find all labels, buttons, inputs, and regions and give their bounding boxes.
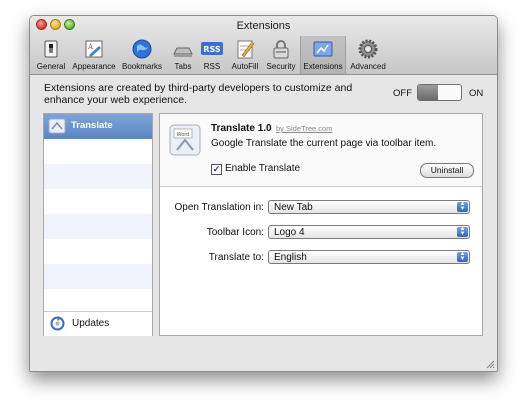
extensions-on-off-switch[interactable]	[417, 84, 462, 101]
switch-off-label: OFF	[393, 88, 412, 99]
toolbar-label-security: Security	[266, 62, 296, 71]
toolbar-item-tabs[interactable]: Tabs	[167, 36, 199, 74]
extension-description: Google Translate the current page via to…	[211, 138, 437, 149]
svg-text:A: A	[87, 43, 94, 51]
extensions-pane: Extensions are created by third-party de…	[30, 75, 497, 371]
resize-grip-icon[interactable]	[486, 360, 495, 369]
toolbar-item-security[interactable]: Security	[263, 36, 299, 74]
empty-list-row	[44, 239, 152, 264]
extension-title: Translate 1.0	[211, 123, 272, 134]
pref-label: Translate to:	[208, 252, 264, 263]
toolbar-label-tabs: Tabs	[174, 62, 192, 71]
popup-value: Logo 4	[274, 227, 305, 238]
toolbar-item-autofill[interactable]: AutoFill	[227, 36, 263, 74]
rss-badge-text: RSS	[203, 45, 221, 54]
popup-arrows-icon: ▲ ▼	[457, 251, 468, 262]
updates-button[interactable]: Updates	[44, 311, 152, 336]
tabs-icon	[173, 47, 193, 57]
translate-to-popup[interactable]: English ▲ ▼	[268, 250, 470, 264]
toolbar-item-bookmarks[interactable]: Bookmarks	[118, 36, 166, 74]
intro-text: Extensions are created by third-party de…	[44, 82, 353, 106]
sidebar-item-translate[interactable]: Translate	[44, 114, 152, 139]
globe-icon	[132, 39, 152, 59]
enable-checkbox[interactable]: ✓	[211, 164, 222, 175]
empty-list-row	[44, 264, 152, 289]
pref-label: Toolbar Icon:	[206, 227, 264, 238]
empty-list-row	[44, 214, 152, 239]
extension-header: Word Translate 1.0 by SideTree.com Googl…	[160, 114, 482, 187]
extension-author-link[interactable]: by SideTree.com	[276, 124, 332, 133]
pref-label: Open Translation in:	[174, 202, 265, 213]
pref-row-toolbar-icon: Toolbar Icon: Logo 4 ▲ ▼	[160, 225, 482, 241]
extensions-list: Translate Updates	[43, 113, 153, 336]
toolbar-item-general[interactable]: General	[32, 36, 70, 74]
updates-icon	[50, 316, 65, 331]
toolbar-item-extensions[interactable]: Extensions	[300, 36, 346, 74]
translate-extension-large-icon: Word	[169, 124, 201, 156]
appearance-icon: A	[85, 40, 103, 58]
preferences-window: Extensions General A Appearance Bookmark…	[29, 15, 498, 372]
autofill-pencil-icon	[237, 40, 255, 59]
toolbar-label-general: General	[36, 62, 66, 71]
toolbar-item-rss[interactable]: RSS RSS	[199, 36, 225, 74]
window-title: Extensions	[236, 20, 291, 32]
popup-value: English	[274, 252, 307, 263]
sidebar-item-label: Translate	[71, 120, 113, 131]
extension-name: Translate	[211, 123, 255, 134]
pref-row-translate-to: Translate to: English ▲ ▼	[160, 250, 482, 266]
toolbar-label-bookmarks: Bookmarks	[121, 62, 162, 71]
toolbar-icon-popup[interactable]: Logo 4 ▲ ▼	[268, 225, 470, 239]
general-switch-icon	[44, 40, 58, 58]
extensions-icon	[313, 41, 333, 57]
toolbar-item-appearance[interactable]: A Appearance	[70, 36, 118, 74]
popup-value: New Tab	[274, 202, 313, 213]
empty-list-row	[44, 164, 152, 189]
toolbar-label-appearance: Appearance	[72, 62, 116, 71]
toolbar-label-autofill: AutoFill	[231, 62, 259, 71]
switch-on-label: ON	[469, 88, 484, 99]
enable-row: ✓ Enable Translate	[211, 163, 300, 175]
open-translation-popup[interactable]: New Tab ▲ ▼	[268, 200, 470, 214]
uninstall-button[interactable]: Uninstall	[420, 163, 474, 178]
gear-icon	[358, 39, 378, 59]
pref-row-open-translation: Open Translation in: New Tab ▲ ▼	[160, 200, 482, 216]
switch-knob[interactable]	[418, 85, 438, 100]
toolbar-label-advanced: Advanced	[350, 62, 386, 71]
empty-list-row	[44, 189, 152, 214]
popup-arrows-icon: ▲ ▼	[457, 201, 468, 212]
toolbar-label-extensions: Extensions	[303, 62, 343, 71]
rss-icon: RSS	[201, 42, 223, 55]
toolbar-label-rss: RSS	[203, 62, 221, 71]
translate-extension-icon	[48, 118, 66, 134]
extension-detail-panel: Word Translate 1.0 by SideTree.com Googl…	[159, 113, 483, 336]
extension-version: 1.0	[257, 123, 272, 134]
updates-label: Updates	[72, 318, 110, 329]
extension-icon-text: Word	[177, 132, 190, 138]
empty-list-row	[44, 139, 152, 164]
popup-arrows-icon: ▲ ▼	[457, 226, 468, 237]
toolbar-item-advanced[interactable]: Advanced	[347, 36, 389, 74]
lock-icon	[273, 40, 289, 59]
title-bar: Extensions General A Appearance Bookmark…	[30, 16, 497, 75]
enable-label[interactable]: Enable Translate	[225, 163, 300, 174]
